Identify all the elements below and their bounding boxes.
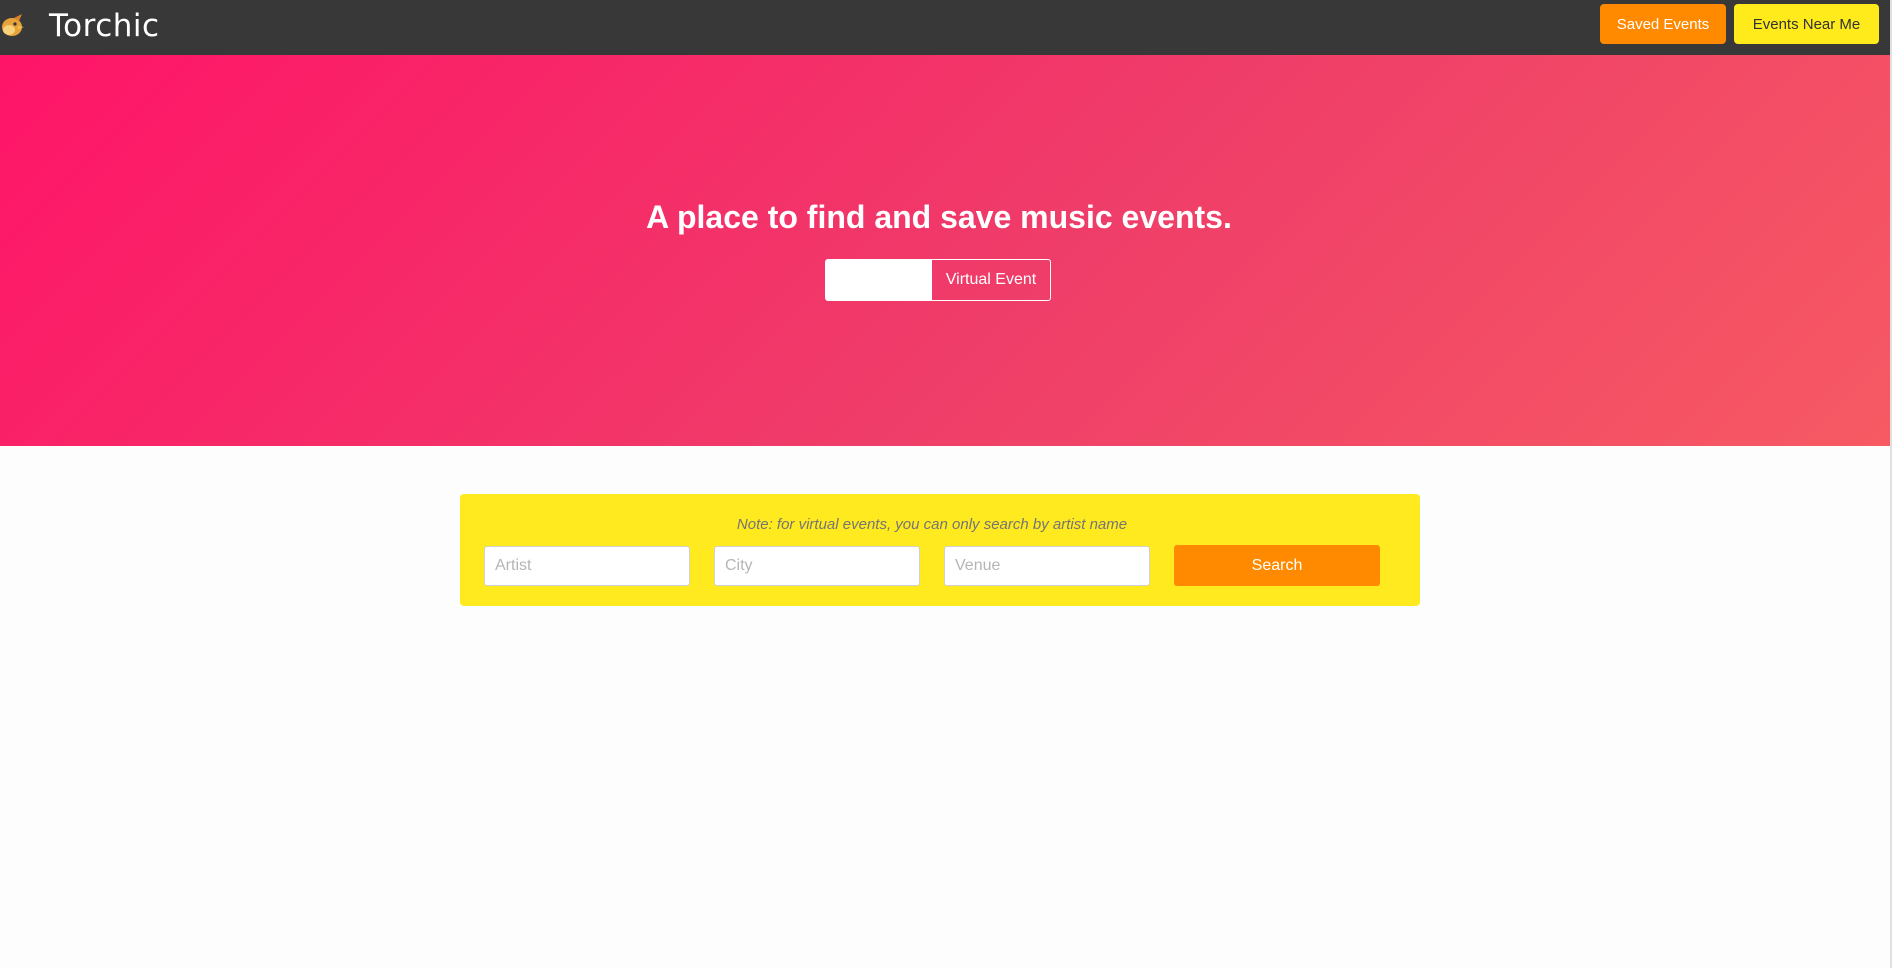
city-input[interactable] <box>714 546 920 586</box>
artist-input[interactable] <box>484 546 690 586</box>
events-near-me-button[interactable]: Events Near Me <box>1734 4 1879 44</box>
brand-title[interactable]: Torchic <box>49 6 160 46</box>
top-navbar: Torchic Saved Events Events Near Me <box>0 0 1892 55</box>
toggle-option-in-person[interactable] <box>826 260 931 300</box>
event-type-toggle: Virtual Event <box>825 259 1051 301</box>
hero-banner: A place to find and save music events. V… <box>0 55 1892 446</box>
search-note: Note: for virtual events, you can only s… <box>736 516 1128 533</box>
search-button[interactable]: Search <box>1174 545 1380 586</box>
venue-input[interactable] <box>944 546 1150 586</box>
hero-title: A place to find and save music events. <box>646 199 1232 235</box>
saved-events-button[interactable]: Saved Events <box>1600 4 1726 44</box>
search-panel: Note: for virtual events, you can only s… <box>460 494 1420 606</box>
toggle-option-virtual-event[interactable]: Virtual Event <box>931 260 1050 300</box>
torchic-logo-icon[interactable] <box>0 11 28 39</box>
